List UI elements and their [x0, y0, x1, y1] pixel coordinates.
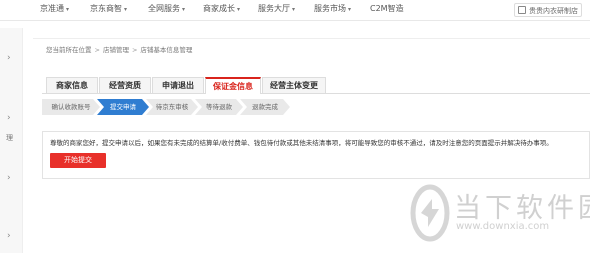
- tab-entity-change[interactable]: 经营主体变更: [262, 77, 326, 93]
- watermark-logo-icon: [410, 184, 450, 242]
- chevron-down-icon: ▾: [124, 6, 128, 13]
- chevron-right-icon[interactable]: ›: [7, 173, 11, 183]
- chevron-down-icon: ▾: [348, 6, 352, 13]
- notice-text: 尊敬的商家您好，提交申请以后，如果您有未完成的结算单/收付费单、钱包待付款或其他…: [50, 139, 553, 147]
- breadcrumb-item: 店铺基本信息管理: [140, 46, 193, 54]
- nav-item-fuwudating[interactable]: 服务大厅 ▾: [258, 3, 295, 14]
- nav-item-label: 商家成长: [203, 4, 235, 13]
- nav-item-label: 京准通: [40, 4, 64, 13]
- nav-item-chengzhang[interactable]: 商家成长 ▾: [203, 3, 240, 14]
- nav-item-label: 京东商智: [90, 4, 122, 13]
- tab-qualification[interactable]: 经营资质: [99, 77, 151, 93]
- step-refund-complete: 退款完成: [240, 99, 290, 115]
- chevron-down-icon: ▾: [66, 6, 70, 13]
- step-submit-application: 提交申请: [97, 99, 149, 115]
- nav-item-shangzhi[interactable]: 京东商智 ▾: [90, 3, 127, 14]
- nav-item-label: 服务市场: [314, 4, 346, 13]
- sidebar: › › 理 › ›: [0, 28, 23, 253]
- breadcrumb-separator: >: [131, 46, 138, 54]
- watermark: 当下软件园 www.downxia.com: [408, 183, 590, 249]
- step-await-refund: 等待退款: [195, 99, 243, 115]
- nav-item-label: 全网服务: [148, 4, 180, 13]
- nav-item-label: C2M智造: [370, 4, 404, 13]
- nav-item-c2m[interactable]: C2M智造: [370, 3, 404, 14]
- nav-item-fuwushichang[interactable]: 服务市场 ▾: [314, 3, 351, 14]
- tab-bar: 商家信息 经营资质 申请退出 保证金信息 经营主体变更: [42, 77, 590, 94]
- nav-item-label: 服务大厅: [258, 4, 290, 13]
- nav-item-jingzhuntong[interactable]: 京准通 ▾: [40, 3, 69, 14]
- start-submit-button[interactable]: 开始提交: [50, 153, 106, 168]
- step-confirm-account: 确认收款账号: [42, 99, 100, 115]
- sidebar-label: 理: [6, 134, 13, 142]
- chevron-right-icon[interactable]: ›: [7, 113, 11, 123]
- tab-apply-exit[interactable]: 申请退出: [152, 77, 204, 93]
- chevron-right-icon[interactable]: ›: [7, 231, 11, 241]
- breadcrumb-item[interactable]: 店铺管理: [103, 46, 129, 54]
- store-selector[interactable]: 贵贵内衣研制店: [514, 3, 582, 17]
- chevron-right-icon[interactable]: ›: [7, 53, 11, 63]
- breadcrumb-item: 您当前所在位置: [46, 46, 92, 54]
- tab-deposit-info[interactable]: 保证金信息: [205, 77, 261, 94]
- top-nav: 京准通 ▾ 京东商智 ▾ 全网服务 ▾ 商家成长 ▾ 服务大厅 ▾ 服务市场 ▾ C2M智造…: [0, 0, 590, 21]
- chevron-down-icon: ▾: [292, 6, 296, 13]
- watermark-url: www.downxia.com: [456, 221, 550, 232]
- breadcrumb: 您当前所在位置 > 店铺管理 > 店铺基本信息管理: [46, 44, 192, 54]
- nav-item-quanwang[interactable]: 全网服务 ▾: [148, 3, 185, 14]
- watermark-name: 当下软件园: [454, 193, 590, 224]
- store-icon: [518, 6, 526, 14]
- chevron-down-icon: ▾: [182, 6, 186, 13]
- step-await-review: 待京东审核: [146, 99, 198, 115]
- store-name: 贵贵内衣研制店: [529, 7, 578, 15]
- notice-box: 尊敬的商家您好，提交申请以后，如果您有未完成的结算单/收付费单、钱包待付款或其他…: [42, 131, 590, 179]
- tab-merchant-info[interactable]: 商家信息: [46, 77, 98, 93]
- chevron-down-icon: ▾: [237, 6, 241, 13]
- breadcrumb-separator: >: [94, 46, 100, 54]
- progress-steps: 确认收款账号 提交申请 待京东审核 等待退款 退款完成: [42, 99, 322, 115]
